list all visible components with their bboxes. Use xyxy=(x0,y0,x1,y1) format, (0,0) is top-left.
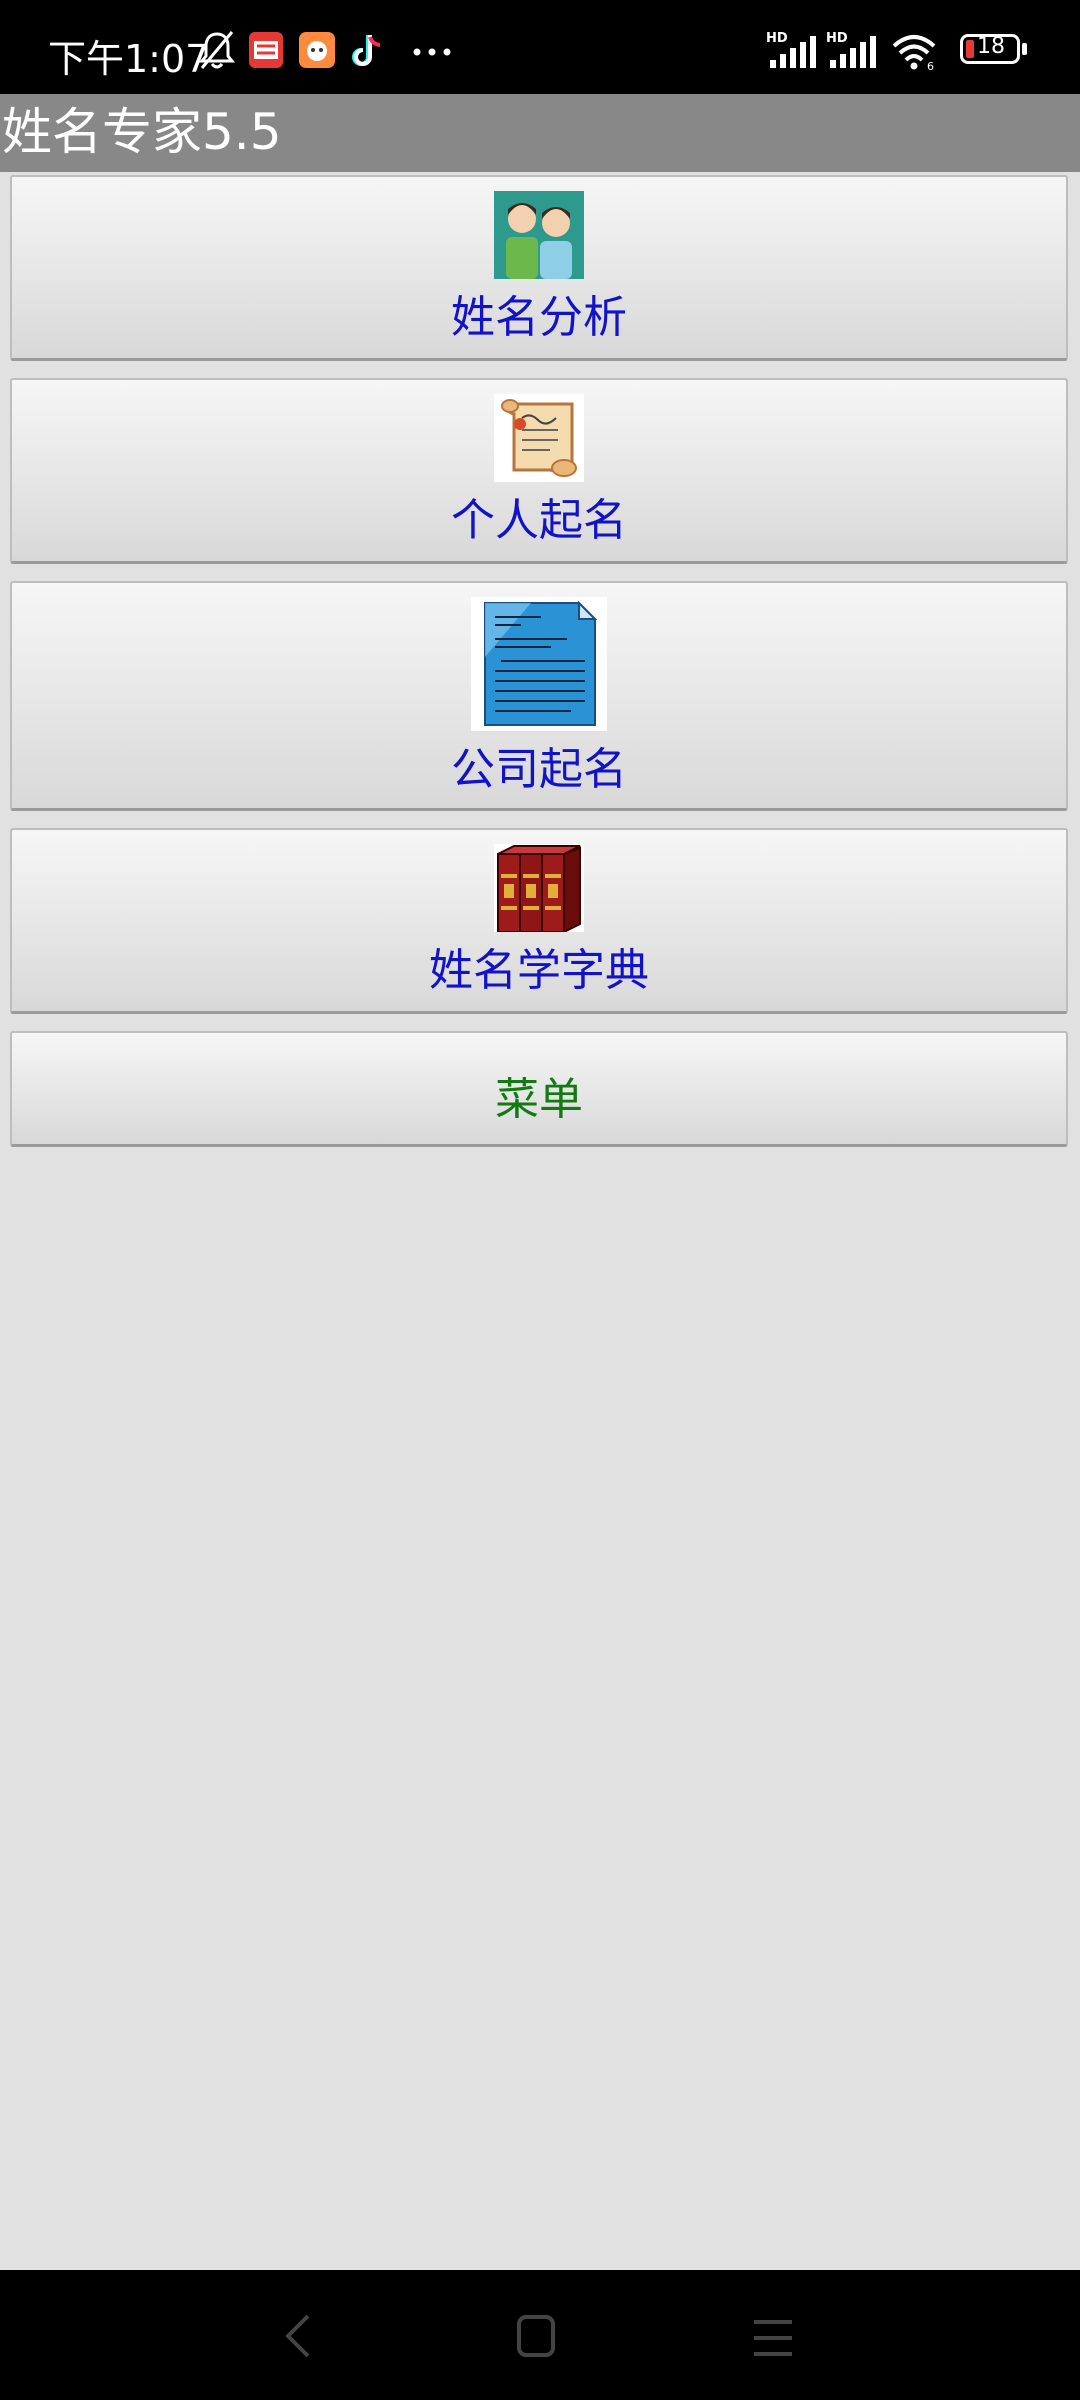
battery-icon: 18 xyxy=(960,30,1030,70)
tiktok-icon xyxy=(352,35,381,66)
more-dots-icon xyxy=(413,48,451,56)
battery-level: 18 xyxy=(977,34,1005,59)
name-dictionary-button[interactable]: 姓名学字典 xyxy=(10,828,1068,1014)
name-analysis-label: 姓名分析 xyxy=(451,292,627,343)
wifi-icon: 6 xyxy=(892,35,936,70)
company-naming-button[interactable]: 公司起名 xyxy=(10,581,1068,811)
menu-button[interactable]: 菜单 xyxy=(10,1031,1068,1147)
recents-icon[interactable] xyxy=(752,2318,794,2358)
name-dictionary-label: 姓名学字典 xyxy=(429,945,649,996)
signal-hd-icon: HD xyxy=(766,31,816,68)
status-bar: 下午1:07 HD HD 6 18 xyxy=(0,0,1080,94)
back-icon[interactable] xyxy=(280,2312,320,2360)
document-icon xyxy=(471,597,607,731)
svg-text:6: 6 xyxy=(927,60,934,70)
name-analysis-button[interactable]: 姓名分析 xyxy=(10,175,1068,361)
personal-naming-button[interactable]: 个人起名 xyxy=(10,378,1068,564)
svg-text:HD: HD xyxy=(766,31,788,46)
bell-off-icon xyxy=(198,31,236,69)
scroll-icon xyxy=(494,394,584,482)
app-title: 姓名专家5.5 xyxy=(2,103,282,161)
svg-text:HD: HD xyxy=(826,31,848,46)
two-people-icon xyxy=(494,191,584,279)
signal-hd-icon: HD xyxy=(826,31,876,68)
company-naming-label: 公司起名 xyxy=(451,744,627,795)
toutiao-app-icon xyxy=(249,32,283,68)
app-title-bar: 姓名专家5.5 xyxy=(0,94,1080,172)
app-notification-icon xyxy=(299,32,335,68)
menu-label: 菜单 xyxy=(495,1074,583,1125)
navigation-bar xyxy=(0,2270,1080,2400)
personal-naming-label: 个人起名 xyxy=(451,495,627,546)
status-time: 下午1:07 xyxy=(48,37,210,81)
home-icon[interactable] xyxy=(516,2314,556,2358)
books-icon xyxy=(494,844,584,932)
